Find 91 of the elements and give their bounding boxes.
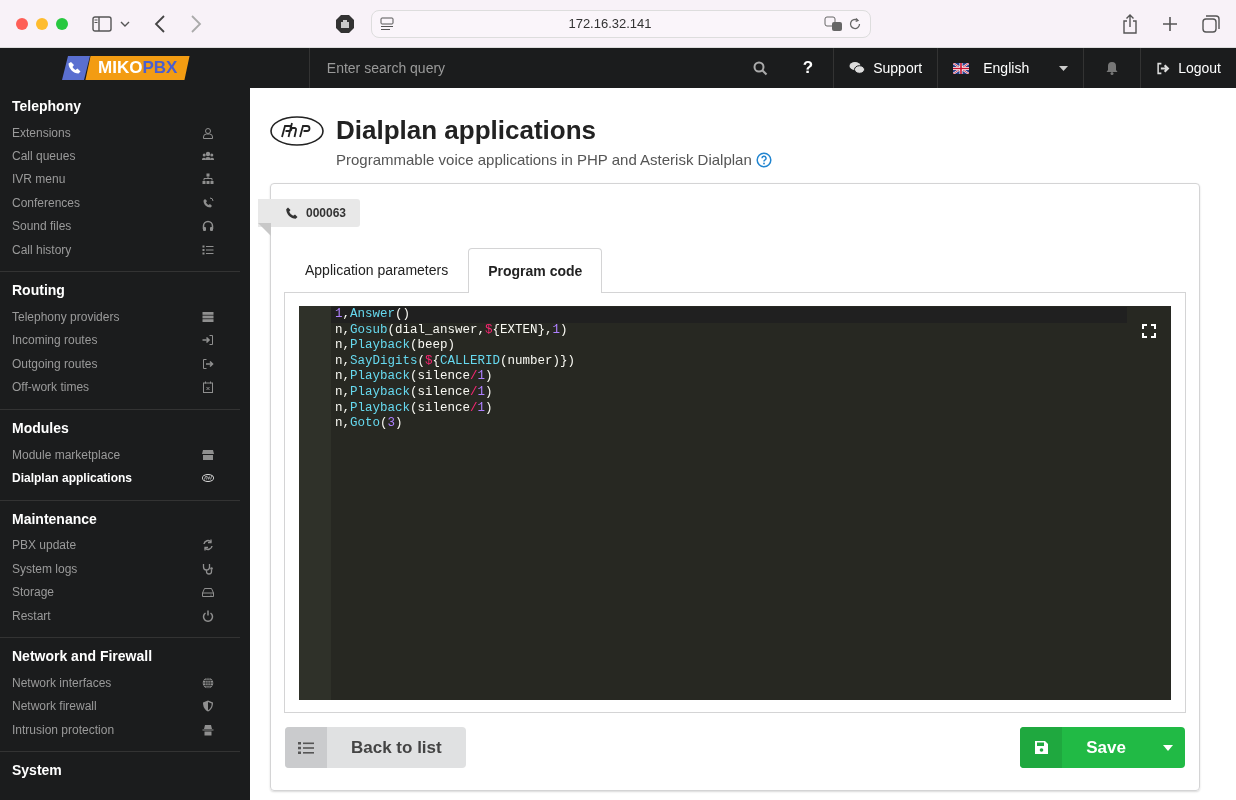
server-icon [202, 311, 214, 324]
close-window-control[interactable] [16, 17, 28, 30]
tabs-overview-icon[interactable] [1202, 14, 1220, 33]
uk-flag-icon [953, 62, 970, 74]
headphones-icon [202, 220, 214, 233]
code-line: n,Playback(silence/1) [334, 400, 494, 417]
tab[interactable]: Application parameters [285, 248, 469, 293]
page-subtitle: Programmable voice applications in PHP and Asterisk Dialplan [336, 149, 752, 170]
sidebar-toggle-icon[interactable] [92, 15, 112, 32]
phone-icon [202, 196, 214, 209]
search-field[interactable]: Enter search query [324, 56, 745, 80]
sidebar-item[interactable]: System logs [0, 557, 240, 581]
page-icon [380, 16, 396, 31]
share-icon[interactable] [1122, 13, 1138, 34]
code-line: n,Playback(silence/1) [334, 385, 494, 401]
sidebar-item[interactable]: Outgoing routes [0, 352, 240, 376]
new-tab-icon[interactable] [1162, 15, 1178, 32]
sign-out-icon [1156, 61, 1171, 75]
sidebar-item[interactable]: Module marketplace [0, 442, 240, 467]
logo-text: PBX [142, 58, 178, 77]
chat-icon [849, 61, 866, 75]
section-heading: System [11, 761, 63, 781]
caret-icon [1162, 744, 1173, 751]
ribbon-fold [258, 223, 271, 237]
support-button[interactable]: Support [833, 48, 938, 88]
sitemap-icon [202, 173, 214, 186]
translate-icon[interactable] [824, 15, 844, 32]
sidebar-item[interactable]: Call queues [0, 144, 240, 168]
sidebar-item[interactable]: Dialplan applications [0, 466, 240, 490]
sidebar-item[interactable]: Network interfaces [0, 671, 240, 695]
sidebar-item[interactable]: IVR menu [0, 167, 240, 192]
logo-text: MIKO [98, 58, 143, 77]
help-button[interactable]: ? [782, 48, 834, 88]
list-icon [202, 243, 214, 256]
calendar-icon [202, 381, 214, 394]
stethoscope-icon [202, 562, 214, 575]
chevron-down-icon[interactable] [120, 20, 130, 29]
section-heading: Modules [11, 418, 70, 438]
hard-drive-icon [202, 586, 214, 599]
shield-icon [202, 700, 214, 713]
tab[interactable]: Program code [468, 248, 603, 294]
sync-icon [202, 539, 214, 552]
sidebar-item[interactable]: Telephony providers [0, 305, 240, 329]
code-line: n,Playback(beep) [334, 338, 457, 354]
list-icon [298, 740, 314, 755]
phone-icon [286, 207, 298, 220]
phone-logo-icon [62, 56, 91, 80]
save-options-button[interactable] [1150, 727, 1185, 769]
bell-icon [1106, 61, 1119, 75]
reload-icon[interactable] [848, 17, 862, 32]
back-icon[interactable] [154, 14, 166, 33]
sidebar-item[interactable]: Off-work times [0, 375, 240, 399]
help-circle-icon[interactable] [755, 151, 772, 168]
sidebar-item[interactable]: Intrusion protection [0, 718, 240, 742]
sidebar-item[interactable]: Incoming routes [0, 328, 240, 353]
sidebar-item[interactable]: Storage [0, 580, 240, 604]
code-line: n,Playback(silence/1) [334, 369, 494, 386]
sidebar-item[interactable]: PBX update [0, 533, 240, 558]
power-icon [202, 609, 214, 622]
code-line: n,Goto(3) [334, 416, 404, 432]
address-bar[interactable]: 172.16.32.141 [371, 9, 871, 38]
sidebar-item[interactable]: Sound files [0, 214, 240, 238]
page-title: Dialplan applications [336, 116, 598, 145]
section-heading: Maintenance [11, 509, 98, 529]
back-to-list-button[interactable]: Back to list [285, 727, 466, 769]
sidebar-item[interactable]: Conferences [0, 191, 240, 215]
sidebar-item[interactable]: Extensions [0, 121, 240, 145]
sign-out-icon [202, 357, 214, 370]
url-text: 172.16.32.141 [567, 14, 653, 33]
php-logo-icon [270, 116, 324, 146]
search-icon[interactable] [752, 61, 768, 77]
sidebar-item[interactable]: Network firewall [0, 694, 240, 719]
users-icon [202, 150, 214, 163]
section-heading: Network and Firewall [11, 647, 154, 667]
user-icon [202, 126, 214, 139]
code-editor[interactable]: 1,Answer() n,Gosub(dial_answer,${EXTEN},1) n,Playback(beep) n,SayDigits(${CALLERID(number)}) n,Playback(silence/1) n,Playback(silence/1) n,Playback(silence/1) n,Goto(3) [299, 306, 1171, 701]
php-icon [202, 472, 214, 484]
ribbon-label: 000063 [258, 199, 361, 228]
logout-button[interactable]: Logout [1140, 48, 1236, 88]
section-heading: Telephony [11, 97, 82, 116]
language-dropdown[interactable]: English [937, 48, 1084, 88]
code-line: n,SayDigits(${CALLERID(number)}) [334, 353, 577, 370]
sidebar-item[interactable]: Call history [0, 237, 240, 262]
sidebar-item[interactable]: Restart [0, 603, 240, 628]
globe-icon [202, 676, 214, 689]
sign-in-icon [202, 334, 214, 347]
code-line: n,Gosub(dial_answer,${EXTEN},1) [334, 322, 569, 339]
store-icon [202, 448, 214, 461]
section-heading: Routing [11, 281, 66, 301]
caret-icon [1059, 66, 1069, 72]
fullscreen-icon[interactable] [1142, 323, 1156, 338]
